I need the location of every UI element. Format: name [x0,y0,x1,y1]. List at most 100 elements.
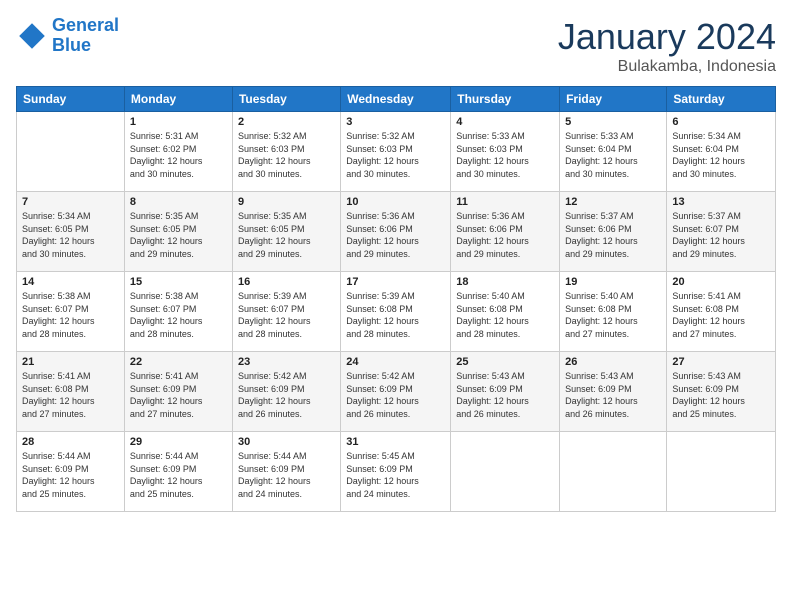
header-wednesday: Wednesday [341,87,451,112]
month-title: January 2024 [558,16,776,58]
week-row-4: 21 Sunrise: 5:41 AM Sunset: 6:08 PM Dayli… [17,352,776,432]
day-info: Sunrise: 5:40 AM Sunset: 6:08 PM Dayligh… [565,290,661,340]
day-number: 13 [672,196,770,208]
calendar-cell: 8Sunrise: 5:35 AM Sunset: 6:05 PM Daylig… [124,192,232,272]
calendar-cell: 6 Sunrise: 5:34 AM Sunset: 6:04 PM Daylig… [667,112,776,192]
calendar-cell: 12Sunrise: 5:37 AM Sunset: 6:06 PM Dayli… [560,192,667,272]
weekday-header-row: Sunday Monday Tuesday Wednesday Thursday… [17,87,776,112]
day-info: Sunrise: 5:42 AM Sunset: 6:09 PM Dayligh… [238,370,335,420]
day-info: Sunrise: 5:44 AM Sunset: 6:09 PM Dayligh… [22,450,119,500]
day-info: Sunrise: 5:45 AM Sunset: 6:09 PM Dayligh… [346,450,445,500]
week-row-1: 1Sunrise: 5:31 AM Sunset: 6:02 PM Daylig… [17,112,776,192]
logo: General Blue [16,16,119,56]
day-info: Sunrise: 5:41 AM Sunset: 6:09 PM Dayligh… [130,370,227,420]
day-info: Sunrise: 5:43 AM Sunset: 6:09 PM Dayligh… [565,370,661,420]
calendar-cell: 23Sunrise: 5:42 AM Sunset: 6:09 PM Dayli… [232,352,340,432]
calendar-table: Sunday Monday Tuesday Wednesday Thursday… [16,86,776,512]
day-info: Sunrise: 5:38 AM Sunset: 6:07 PM Dayligh… [22,290,119,340]
calendar-cell: 19 Sunrise: 5:40 AM Sunset: 6:08 PM Dayli… [560,272,667,352]
day-number: 4 [456,116,554,128]
calendar-cell: 29 Sunrise: 5:44 AM Sunset: 6:09 PM Dayli… [124,432,232,512]
day-info: Sunrise: 5:34 AM Sunset: 6:05 PM Dayligh… [22,210,119,260]
day-info: Sunrise: 5:40 AM Sunset: 6:08 PM Dayligh… [456,290,554,340]
day-info: Sunrise: 5:39 AM Sunset: 6:07 PM Dayligh… [238,290,335,340]
calendar-cell: 13 Sunrise: 5:37 AM Sunset: 6:07 PM Dayli… [667,192,776,272]
day-info: Sunrise: 5:38 AM Sunset: 6:07 PM Dayligh… [130,290,227,340]
calendar-cell [451,432,560,512]
day-number: 20 [672,276,770,288]
day-info: Sunrise: 5:41 AM Sunset: 6:08 PM Dayligh… [672,290,770,340]
day-number: 30 [238,436,335,448]
day-number: 19 [565,276,661,288]
header-thursday: Thursday [451,87,560,112]
day-info: Sunrise: 5:41 AM Sunset: 6:08 PM Dayligh… [22,370,119,420]
day-number: 12 [565,196,661,208]
calendar-cell: 15Sunrise: 5:38 AM Sunset: 6:07 PM Dayli… [124,272,232,352]
calendar-cell: 16 Sunrise: 5:39 AM Sunset: 6:07 PM Dayli… [232,272,340,352]
day-number: 2 [238,116,335,128]
calendar-cell [17,112,125,192]
calendar-cell: 14 Sunrise: 5:38 AM Sunset: 6:07 PM Dayli… [17,272,125,352]
day-number: 24 [346,356,445,368]
title-block: January 2024 Bulakamba, Indonesia [558,16,776,76]
calendar-cell: 11Sunrise: 5:36 AM Sunset: 6:06 PM Dayli… [451,192,560,272]
day-number: 21 [22,356,119,368]
calendar-cell: 17Sunrise: 5:39 AM Sunset: 6:08 PM Dayli… [341,272,451,352]
day-number: 16 [238,276,335,288]
header-tuesday: Tuesday [232,87,340,112]
day-info: Sunrise: 5:36 AM Sunset: 6:06 PM Dayligh… [456,210,554,260]
calendar-cell: 1Sunrise: 5:31 AM Sunset: 6:02 PM Daylig… [124,112,232,192]
calendar-cell: 22Sunrise: 5:41 AM Sunset: 6:09 PM Dayli… [124,352,232,432]
calendar-cell: 3Sunrise: 5:32 AM Sunset: 6:03 PM Daylig… [341,112,451,192]
calendar-cell: 10 Sunrise: 5:36 AM Sunset: 6:06 PM Dayli… [341,192,451,272]
week-row-3: 14 Sunrise: 5:38 AM Sunset: 6:07 PM Dayli… [17,272,776,352]
calendar-cell [560,432,667,512]
day-number: 28 [22,436,119,448]
day-number: 8 [130,196,227,208]
day-number: 10 [346,196,445,208]
day-number: 31 [346,436,445,448]
calendar-cell: 20 Sunrise: 5:41 AM Sunset: 6:08 PM Dayli… [667,272,776,352]
calendar-cell: 9Sunrise: 5:35 AM Sunset: 6:05 PM Daylig… [232,192,340,272]
day-info: Sunrise: 5:33 AM Sunset: 6:03 PM Dayligh… [456,130,554,180]
calendar-cell: 7 Sunrise: 5:34 AM Sunset: 6:05 PM Daylig… [17,192,125,272]
calendar-cell: 24Sunrise: 5:42 AM Sunset: 6:09 PM Dayli… [341,352,451,432]
calendar-cell: 30 Sunrise: 5:44 AM Sunset: 6:09 PM Dayli… [232,432,340,512]
logo-text: General Blue [52,16,119,56]
day-info: Sunrise: 5:34 AM Sunset: 6:04 PM Dayligh… [672,130,770,180]
day-info: Sunrise: 5:36 AM Sunset: 6:06 PM Dayligh… [346,210,445,260]
header-sunday: Sunday [17,87,125,112]
calendar-cell: 2 Sunrise: 5:32 AM Sunset: 6:03 PM Daylig… [232,112,340,192]
day-info: Sunrise: 5:37 AM Sunset: 6:07 PM Dayligh… [672,210,770,260]
day-info: Sunrise: 5:33 AM Sunset: 6:04 PM Dayligh… [565,130,661,180]
week-row-5: 28 Sunrise: 5:44 AM Sunset: 6:09 PM Dayli… [17,432,776,512]
day-info: Sunrise: 5:44 AM Sunset: 6:09 PM Dayligh… [238,450,335,500]
header-saturday: Saturday [667,87,776,112]
calendar-cell: 4 Sunrise: 5:33 AM Sunset: 6:03 PM Daylig… [451,112,560,192]
day-info: Sunrise: 5:43 AM Sunset: 6:09 PM Dayligh… [456,370,554,420]
header-monday: Monday [124,87,232,112]
day-number: 3 [346,116,445,128]
calendar-cell: 5 Sunrise: 5:33 AM Sunset: 6:04 PM Daylig… [560,112,667,192]
day-number: 29 [130,436,227,448]
calendar-cell: 28 Sunrise: 5:44 AM Sunset: 6:09 PM Dayli… [17,432,125,512]
page: General Blue January 2024 Bulakamba, Ind… [0,0,792,612]
calendar-cell: 25 Sunrise: 5:43 AM Sunset: 6:09 PM Dayli… [451,352,560,432]
day-info: Sunrise: 5:32 AM Sunset: 6:03 PM Dayligh… [238,130,335,180]
calendar-cell: 31 Sunrise: 5:45 AM Sunset: 6:09 PM Dayli… [341,432,451,512]
calendar-cell: 26Sunrise: 5:43 AM Sunset: 6:09 PM Dayli… [560,352,667,432]
location-title: Bulakamba, Indonesia [558,58,776,76]
day-number: 14 [22,276,119,288]
day-number: 6 [672,116,770,128]
calendar-cell: 18Sunrise: 5:40 AM Sunset: 6:08 PM Dayli… [451,272,560,352]
day-number: 25 [456,356,554,368]
logo-line1: General [52,15,119,35]
day-number: 5 [565,116,661,128]
calendar-cell [667,432,776,512]
calendar-cell: 21 Sunrise: 5:41 AM Sunset: 6:08 PM Dayli… [17,352,125,432]
logo-icon [16,20,48,52]
day-info: Sunrise: 5:31 AM Sunset: 6:02 PM Dayligh… [130,130,227,180]
day-number: 7 [22,196,119,208]
day-number: 9 [238,196,335,208]
day-info: Sunrise: 5:44 AM Sunset: 6:09 PM Dayligh… [130,450,227,500]
